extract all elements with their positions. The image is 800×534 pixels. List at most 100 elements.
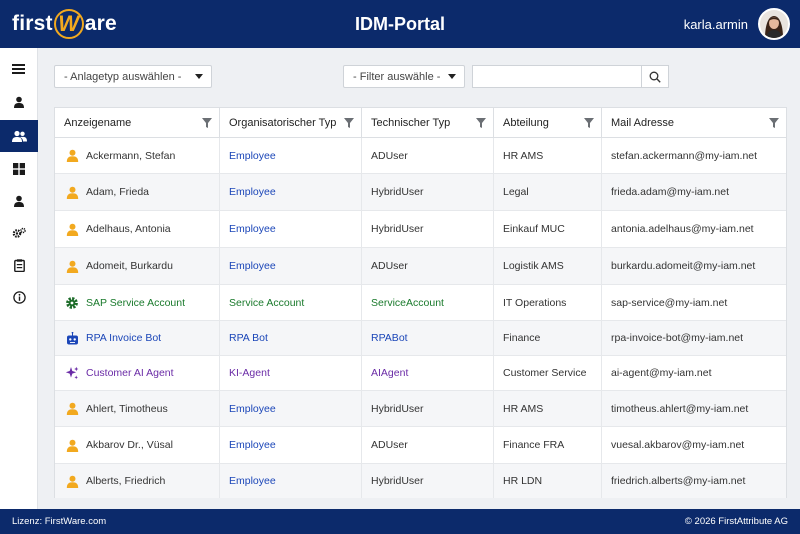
- person-icon: [65, 185, 79, 199]
- chevron-down-icon: [448, 74, 456, 79]
- display-name-text: Adam, Frieda: [86, 186, 150, 198]
- cell-mail: frieda.adam@my-iam.net: [602, 174, 786, 210]
- display-name-text[interactable]: RPA Invoice Bot: [86, 332, 161, 344]
- sidebar-item-settings[interactable]: [0, 218, 38, 248]
- org-type-text[interactable]: RPA Bot: [229, 332, 268, 344]
- table-row[interactable]: RPA Invoice Bot RPA Bot RPABot Finance rpa-i…: [55, 321, 786, 356]
- column-header-label: Anzeigename: [64, 117, 132, 129]
- menu-icon: [12, 64, 25, 74]
- table-row[interactable]: SAP Service Account Service Account Servic…: [55, 285, 786, 321]
- cell-display-name: Akbarov Dr., Vüsal: [55, 427, 220, 463]
- cell-mail: timotheus.ahlert@my-iam.net: [602, 391, 786, 426]
- cell-org-type: Employee: [220, 391, 362, 426]
- org-type-text[interactable]: Employee: [229, 186, 276, 198]
- cell-mail: friedrich.alberts@my-iam.net: [602, 464, 786, 498]
- org-type-text[interactable]: Service Account: [229, 297, 304, 309]
- filter-icon[interactable]: [769, 118, 779, 128]
- display-name-text[interactable]: Customer AI Agent: [86, 367, 174, 379]
- org-type-text[interactable]: KI-Agent: [229, 367, 270, 379]
- column-header-display-name[interactable]: Anzeigename: [55, 108, 220, 138]
- table-row[interactable]: Adomeit, Burkardu Employee ADUser Logistik …: [55, 248, 786, 285]
- table-row[interactable]: Adam, Frieda Employee HybridUser Legal fried…: [55, 174, 786, 211]
- org-type-text[interactable]: Employee: [229, 260, 276, 272]
- sidebar-item-user[interactable]: [0, 87, 38, 117]
- table-row[interactable]: Akbarov Dr., Vüsal Employee ADUser Finance …: [55, 427, 786, 464]
- org-type-text[interactable]: Employee: [229, 439, 276, 451]
- filter-icon[interactable]: [344, 118, 354, 128]
- user-menu[interactable]: karla.armin: [684, 8, 790, 40]
- cell-department: Legal: [494, 174, 602, 210]
- display-name-text: Akbarov Dr., Vüsal: [86, 439, 173, 451]
- cell-department: IT Operations: [494, 285, 602, 320]
- table-row[interactable]: Customer AI Agent KI-Agent AIAgent Customer…: [55, 356, 786, 391]
- column-header-tech-type[interactable]: Technischer Typ: [362, 108, 494, 138]
- table-row[interactable]: Ackermann, Stefan Employee ADUser HR AMS ste…: [55, 138, 786, 174]
- filter-icon[interactable]: [476, 118, 486, 128]
- asset-type-select[interactable]: - Anlagetyp auswählen -: [54, 65, 212, 88]
- mail-text: sap-service@my-iam.net: [611, 296, 728, 309]
- cell-department: Finance: [494, 321, 602, 355]
- person-icon: [14, 195, 24, 207]
- column-header-label: Organisatorischer Typ: [229, 117, 337, 129]
- cell-mail: stefan.ackermann@my-iam.net: [602, 138, 786, 173]
- sidebar-item-person[interactable]: [0, 186, 38, 216]
- cell-mail: burkardu.adomeit@my-iam.net: [602, 248, 786, 284]
- user-icon: [14, 96, 24, 108]
- filter-icon[interactable]: [584, 118, 594, 128]
- column-header-mail[interactable]: Mail Adresse: [602, 108, 786, 138]
- avatar[interactable]: [758, 8, 790, 40]
- table-row[interactable]: Ahlert, Timotheus Employee HybridUser HR AM…: [55, 391, 786, 427]
- cell-department: HR AMS: [494, 138, 602, 173]
- mail-text: stefan.ackermann@my-iam.net: [611, 149, 758, 162]
- tech-type-text: RPABot: [371, 332, 408, 344]
- search-button[interactable]: [641, 65, 669, 88]
- table-header: Anzeigename Organisatorischer Typ Techni…: [55, 108, 786, 138]
- column-header-department[interactable]: Abteilung: [494, 108, 602, 138]
- display-name-text: Ackermann, Stefan: [86, 149, 176, 162]
- tech-type-text: HybridUser: [371, 475, 424, 487]
- cell-org-type: KI-Agent: [220, 356, 362, 390]
- cell-display-name: SAP Service Account: [55, 285, 220, 320]
- cell-org-type: Employee: [220, 211, 362, 247]
- column-header-label: Technischer Typ: [371, 117, 451, 129]
- table-row[interactable]: Alberts, Friedrich Employee HybridUser HR L…: [55, 464, 786, 498]
- table-row[interactable]: Adelhaus, Antonia Employee HybridUser Einka…: [55, 211, 786, 248]
- org-type-text[interactable]: Employee: [229, 403, 276, 415]
- org-type-text[interactable]: Employee: [229, 150, 276, 162]
- column-header-org-type[interactable]: Organisatorischer Typ: [220, 108, 362, 138]
- cell-tech-type: AIAgent: [362, 356, 494, 390]
- department-text: HR AMS: [503, 149, 544, 162]
- tech-type-text: AIAgent: [371, 367, 409, 379]
- cell-display-name: RPA Invoice Bot: [55, 321, 220, 355]
- cell-tech-type: HybridUser: [362, 174, 494, 210]
- main-content: - Anlagetyp auswählen - - Filter auswähl…: [38, 48, 800, 509]
- robot-icon: [65, 331, 79, 345]
- cell-tech-type: HybridUser: [362, 211, 494, 247]
- display-name-text: Ahlert, Timotheus: [86, 402, 168, 415]
- filter-select[interactable]: - Filter auswähle -: [343, 65, 465, 88]
- org-type-text[interactable]: Employee: [229, 475, 276, 487]
- tech-type-text: HybridUser: [371, 186, 424, 198]
- sidebar-item-clipboard[interactable]: [0, 250, 38, 280]
- clipboard-icon: [13, 258, 25, 272]
- search-input[interactable]: [472, 65, 642, 88]
- department-text: Customer Service: [503, 367, 587, 379]
- sidebar-item-dashboard[interactable]: [0, 154, 38, 184]
- filter-icon[interactable]: [202, 118, 212, 128]
- cell-tech-type: ADUser: [362, 138, 494, 173]
- cell-display-name: Ackermann, Stefan: [55, 138, 220, 173]
- mail-text: friedrich.alberts@my-iam.net: [611, 475, 746, 487]
- person-icon: [65, 438, 79, 452]
- org-type-text[interactable]: Employee: [229, 223, 276, 235]
- tech-type-text: ADUser: [371, 260, 408, 272]
- sidebar-item-info[interactable]: [0, 282, 38, 312]
- firstware-logo[interactable]: first W are: [12, 9, 117, 39]
- person-icon: [65, 222, 79, 236]
- tech-type-text: HybridUser: [371, 223, 424, 235]
- display-name-text[interactable]: SAP Service Account: [86, 297, 185, 309]
- sidebar-item-menu[interactable]: [0, 54, 38, 84]
- sidebar-item-users[interactable]: [0, 120, 38, 152]
- logo-text-are: are: [84, 12, 117, 35]
- cell-display-name: Adomeit, Burkardu: [55, 248, 220, 284]
- license-text: Lizenz: FirstWare.com: [12, 516, 107, 527]
